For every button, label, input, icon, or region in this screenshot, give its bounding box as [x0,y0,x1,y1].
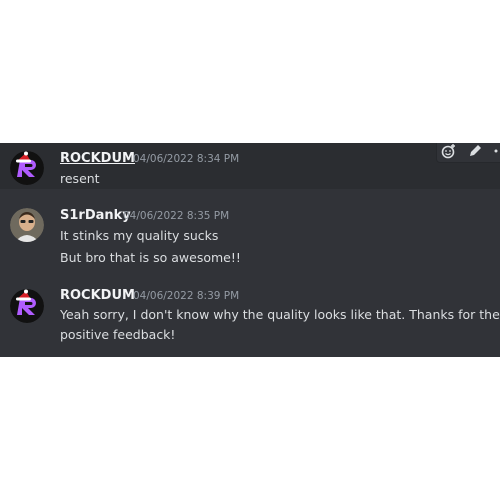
message-author[interactable]: S1rDanky [60,208,131,223]
message-author[interactable]: ROCKDUM [60,288,135,303]
avatar[interactable] [10,151,44,185]
add-reaction-icon[interactable] [441,143,457,159]
message-timestamp: 04/06/2022 8:35 PM [123,210,230,222]
avatar[interactable] [10,208,44,242]
chat-messages-pane: ROCKDUM 04/06/2022 8:34 PM resent S1rDan… [0,143,500,357]
more-icon[interactable] [493,143,500,159]
message-text: resent [60,171,100,186]
message-text: But bro that is so awesome!! [60,250,241,265]
edit-icon[interactable] [467,143,483,159]
message-text: Yeah sorry, I don't know why the quality… [60,307,500,322]
message-action-toolbar [436,143,500,163]
message-timestamp: 04/06/2022 8:34 PM [133,153,240,165]
message-text: positive feedback! [60,327,176,342]
message-text: It stinks my quality sucks [60,228,219,243]
message-author[interactable]: ROCKDUM [60,151,135,166]
message-timestamp: 04/06/2022 8:39 PM [133,290,240,302]
avatar[interactable] [10,289,44,323]
